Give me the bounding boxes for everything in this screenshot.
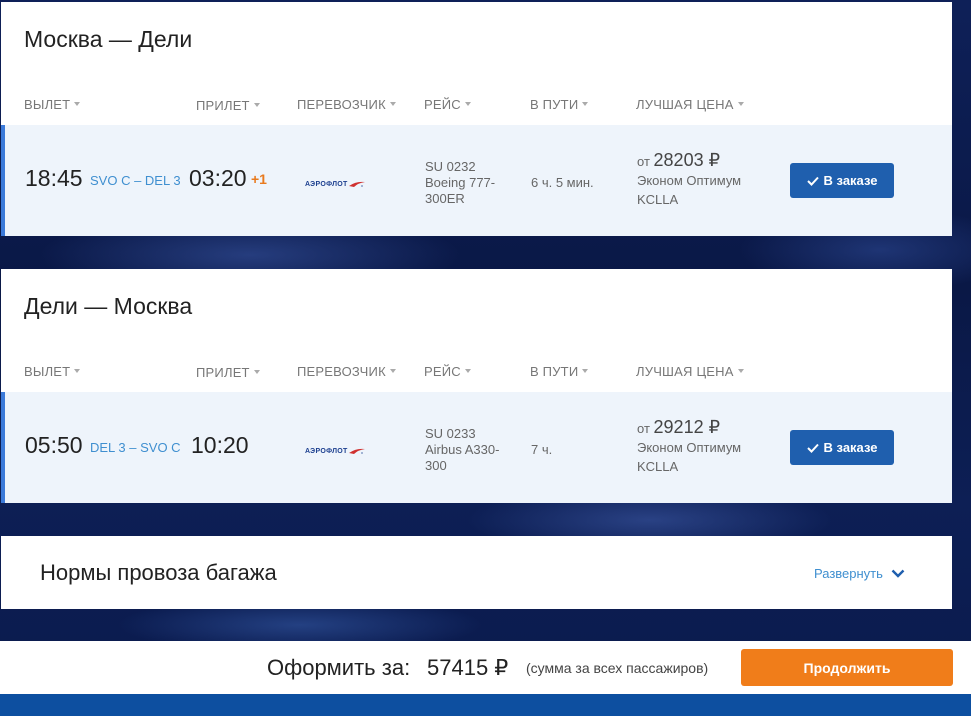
sort-caret-icon — [74, 101, 81, 106]
flight-duration: 6 ч. 5 мин. — [531, 175, 594, 190]
sort-caret-icon — [582, 368, 589, 373]
sort-caret-icon — [464, 368, 471, 373]
route-card-return: Дели — Москва ВЫЛЕТ ПРИЛЕТ ПЕРЕВОЗЧИК РЕ… — [1, 269, 952, 503]
column-flight[interactable]: РЕЙС — [424, 97, 471, 112]
aircraft-type: Boeing 777-300ER — [425, 175, 496, 206]
price-amount: 28203 ₽ — [653, 150, 721, 170]
flight-info: SU 0233 Airbus A330-300 — [425, 426, 505, 474]
column-carrier[interactable]: ПЕРЕВОЗЧИК — [297, 97, 396, 112]
baggage-card: Нормы провоза багажа Развернуть — [1, 536, 952, 609]
aeroflot-logo: АЭРОФЛОТ — [305, 177, 379, 191]
chevron-down-icon — [891, 569, 905, 578]
flight-number: SU 0233 — [425, 426, 476, 441]
column-arrival[interactable]: ПРИЛЕТ — [196, 365, 260, 380]
aeroflot-logo: АЭРОФЛОТ — [305, 444, 379, 458]
aeroflot-wing-icon — [348, 448, 365, 454]
column-arrival[interactable]: ПРИЛЕТ — [196, 98, 260, 113]
arrival-time: 10:20 — [191, 432, 249, 458]
checkout-note: (сумма за всех пассажиров) — [526, 660, 709, 676]
sort-caret-icon — [737, 101, 744, 106]
sort-caret-icon — [74, 368, 81, 373]
sort-caret-icon — [253, 369, 260, 374]
in-order-button[interactable]: В заказе — [790, 163, 894, 198]
departure-time: 18:45 — [25, 165, 83, 191]
fare-class: Эконом Оптимум — [637, 440, 742, 455]
column-flight[interactable]: РЕЙС — [424, 364, 471, 379]
check-icon — [806, 176, 819, 186]
route-title: Дели — Москва — [24, 293, 193, 319]
fare-code: KCLLA — [637, 459, 679, 474]
airport-codes: SVO C – DEL 3 — [90, 173, 181, 188]
flight-row[interactable]: 18:45 SVO C – DEL 3 03:20 +1 АЭРОФЛОТ SU… — [1, 125, 952, 236]
in-order-button[interactable]: В заказе — [790, 430, 894, 465]
sort-caret-icon — [737, 368, 744, 373]
arrival-time: 03:20 — [189, 165, 247, 191]
expand-link[interactable]: Развернуть — [814, 566, 905, 581]
flight-info: SU 0232 Boeing 777-300ER — [425, 159, 505, 207]
sort-caret-icon — [389, 368, 396, 373]
aircraft-type: Airbus A330-300 — [425, 442, 500, 473]
sort-caret-icon — [253, 102, 260, 107]
flight-row[interactable]: 05:50 DEL 3 – SVO C 10:20 АЭРОФЛОТ SU 02… — [1, 392, 952, 503]
route-title: Москва — Дели — [24, 26, 193, 52]
column-carrier[interactable]: ПЕРЕВОЗЧИК — [297, 364, 396, 379]
column-best-price[interactable]: ЛУЧШАЯ ЦЕНА — [636, 97, 744, 112]
fare-code: KCLLA — [637, 192, 679, 207]
checkout-label: Оформить за: — [267, 655, 411, 680]
route-card-outbound: Москва — Дели ВЫЛЕТ ПРИЛЕТ ПЕРЕВОЗЧИК РЕ… — [1, 2, 952, 236]
sort-caret-icon — [464, 101, 471, 106]
price-prefix: от — [637, 154, 650, 169]
fare-class: Эконом Оптимум — [637, 173, 742, 188]
flight-duration: 7 ч. — [531, 442, 553, 457]
baggage-title: Нормы провоза багажа — [40, 560, 277, 585]
column-departure[interactable]: ВЫЛЕТ — [24, 364, 81, 379]
departure-time: 05:50 — [25, 432, 83, 458]
column-best-price[interactable]: ЛУЧШАЯ ЦЕНА — [636, 364, 744, 379]
aeroflot-wing-icon — [348, 181, 365, 187]
flight-number: SU 0232 — [425, 159, 476, 174]
checkout-total: 57415 ₽ — [427, 655, 509, 680]
sort-caret-icon — [582, 101, 589, 106]
airport-codes: DEL 3 – SVO C — [90, 440, 181, 455]
column-duration[interactable]: В ПУТИ — [530, 97, 589, 112]
bottom-bar — [0, 694, 971, 716]
column-duration[interactable]: В ПУТИ — [530, 364, 589, 379]
price-block: от 28203 ₽ Эконом Оптимум KCLLA — [637, 151, 741, 209]
price-prefix: от — [637, 421, 650, 436]
price-block: от 29212 ₽ Эконом Оптимум KCLLA — [637, 418, 741, 476]
checkout-footer: Оформить за: 57415 ₽ (сумма за всех пасс… — [0, 641, 971, 694]
next-day-badge: +1 — [251, 171, 267, 187]
sort-caret-icon — [389, 101, 396, 106]
column-departure[interactable]: ВЫЛЕТ — [24, 97, 81, 112]
price-amount: 29212 ₽ — [653, 417, 721, 437]
check-icon — [806, 443, 819, 453]
continue-button[interactable]: Продолжить — [741, 649, 953, 686]
